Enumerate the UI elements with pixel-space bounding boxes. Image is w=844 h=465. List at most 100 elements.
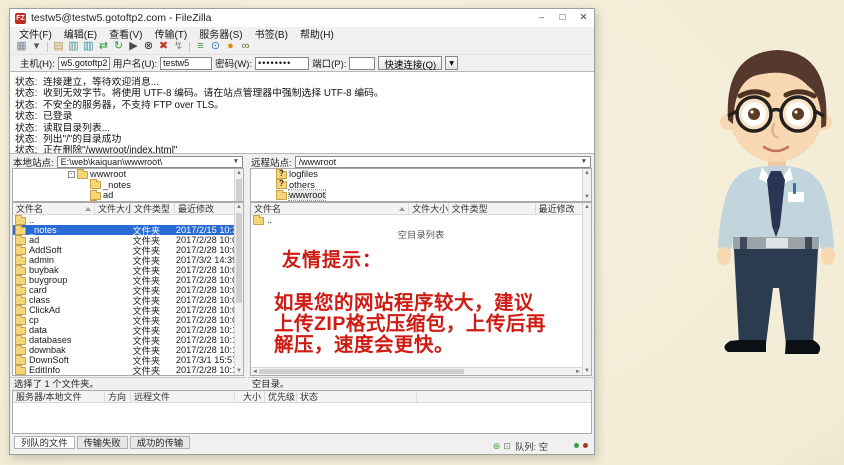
disconnect-icon[interactable]: ✖ [156,40,171,54]
file-row[interactable]: AddSoft文件夹2017/2/28 10:01:... [13,245,234,255]
scroll-right-icon[interactable]: ► [575,368,581,376]
reconnect-icon[interactable]: ↯ [171,40,186,54]
scroll-thumb[interactable] [236,179,242,202]
compare-icon[interactable]: ⊙ [208,40,223,54]
scroll-thumb[interactable] [236,213,242,303]
window-control-glyph: ✕ [580,12,588,23]
port-input[interactable] [349,57,375,70]
quickconnect-button[interactable]: 快速连接(Q) [378,56,442,70]
file-name: ad [26,235,94,245]
queue-tab[interactable]: 传输失败 [77,436,128,449]
local-tree-scrollbar[interactable]: ▲▼ [234,169,243,201]
queue-column-header[interactable]: 状态 [297,391,417,402]
toggle-remote-tree-icon[interactable]: ▥ [81,40,96,54]
local-list-scrollbar[interactable]: ▲▼ [234,203,243,375]
find-icon[interactable]: ∞ [238,40,253,54]
file-row[interactable]: .. [13,215,234,225]
menu-item[interactable]: 文件(F) [13,26,58,41]
toggle-log-icon[interactable]: ▤ [51,40,66,54]
scroll-up-icon[interactable]: ▲ [583,169,591,177]
menu-item[interactable]: 传输(T) [148,26,193,41]
queue-column-header[interactable]: 优先级 [265,391,297,402]
local-tree: -wwwroot_notesad+AddSoft ▲▼ [12,168,244,202]
quickconnect-caret-button[interactable]: ▾ [445,56,458,70]
menu-item[interactable]: 帮助(H) [294,26,340,41]
folder-icon [90,181,101,189]
minimize-button[interactable]: – [531,11,552,26]
menu-item[interactable]: 服务器(S) [193,26,248,41]
file-row[interactable]: databases文件夹2017/2/28 10:14:... [13,335,234,345]
maximize-button[interactable]: □ [552,11,573,26]
menu-item[interactable]: 书签(B) [249,26,294,41]
toolbar-separator[interactable] [186,40,193,54]
local-tree-item[interactable]: ad [13,190,243,201]
close-button[interactable]: ✕ [573,11,594,26]
queue-tab[interactable]: 列队的文件 [14,436,75,449]
queue-column-header[interactable]: 远程文件 [131,391,235,402]
remote-tree-item[interactable]: wwwroot [251,190,591,201]
file-row[interactable]: ClickAd文件夹2017/2/28 10:02:... [13,305,234,315]
scroll-down-icon[interactable]: ▼ [583,193,591,201]
speed-limit-icon[interactable]: ⊜ [493,441,501,451]
column-header[interactable]: 文件大小 [409,203,449,214]
queue-column-header[interactable]: 服务器/本地文件 [13,391,105,402]
process-queue-icon[interactable]: ▶ [126,40,141,54]
lock-icon[interactable]: ⊡ [503,441,511,451]
column-header[interactable]: 文件类型 [449,203,536,214]
file-row[interactable]: .. [251,215,582,225]
local-tree-item[interactable]: -wwwroot [13,169,243,180]
file-row[interactable]: class文件夹2017/2/28 10:02:... [13,295,234,305]
remote-tree-item[interactable]: ?logfiles [251,169,591,180]
column-header[interactable]: 文件名 [13,203,95,214]
queue-tab[interactable]: 成功的传输 [130,436,191,449]
file-row[interactable]: card文件夹2017/2/28 10:01:... [13,285,234,295]
file-row[interactable]: DownSoft文件夹2017/3/1 15:57:27 [13,355,234,365]
sync-browse-icon[interactable]: ● [223,40,238,54]
file-row[interactable]: buybak文件夹2017/2/28 10:01:... [13,265,234,275]
scroll-down-icon[interactable]: ▼ [235,367,243,375]
cancel-icon[interactable]: ⊗ [141,40,156,54]
toggle-queue-icon[interactable]: ⇄ [96,40,111,54]
file-row[interactable]: _notes文件夹2017/2/15 10:34... [13,225,234,235]
toolbar-separator[interactable] [44,40,51,54]
password-input[interactable] [255,57,309,70]
queue-column-header[interactable]: 方向 [105,391,131,402]
file-row[interactable]: data文件夹2017/2/28 10:14:... [13,325,234,335]
site-manager-caret-icon[interactable]: ▾ [29,40,44,54]
scroll-up-icon[interactable]: ▲ [583,203,591,211]
filter-icon[interactable]: ≡ [193,40,208,54]
local-site-combo[interactable]: E:\web\kaiquan\wwwroot\▼ [57,156,243,168]
remote-site-combo[interactable]: /wwwroot▼ [295,156,591,168]
scroll-up-icon[interactable]: ▲ [235,203,243,211]
column-header[interactable]: 文件名 [251,203,409,214]
queue-column-header[interactable]: 大小 [235,391,265,402]
site-manager-icon[interactable]: ▦ [14,40,29,54]
host-label: 主机(H): [20,56,55,70]
menu-item[interactable]: 编辑(E) [58,26,103,41]
tree-expander-icon[interactable]: - [68,171,75,178]
refresh-icon[interactable]: ↻ [111,40,126,54]
column-header[interactable]: 文件类型 [131,203,175,214]
scroll-thumb[interactable] [259,369,464,374]
remote-list-scrollbar[interactable]: ▲▼ [582,203,591,375]
scroll-left-icon[interactable]: ◄ [252,368,258,376]
local-tree-item[interactable]: _notes [13,180,243,191]
host-input[interactable] [58,57,110,70]
username-input[interactable] [160,57,212,70]
file-row[interactable]: downbak文件夹2017/2/28 10:14:... [13,345,234,355]
column-header[interactable]: 最近修改 [175,203,235,214]
file-name: DownSoft [26,355,94,365]
file-row[interactable]: cp文件夹2017/2/28 10:02:... [13,315,234,325]
menu-item[interactable]: 查看(V) [103,26,148,41]
remote-tree-item[interactable]: ?others [251,180,591,191]
remote-list-hscrollbar[interactable]: ◄► [251,367,582,375]
file-row[interactable]: ad文件夹2017/2/28 10:01:... [13,235,234,245]
file-row[interactable]: buygroup文件夹2017/2/28 10:01:... [13,275,234,285]
scroll-up-icon[interactable]: ▲ [235,169,243,177]
toggle-local-tree-icon[interactable]: ▥ [66,40,81,54]
column-header[interactable]: 文件大小 [95,203,131,214]
file-row[interactable]: admin文件夹2017/3/2 14:39:26 [13,255,234,265]
scroll-down-icon[interactable]: ▼ [583,367,591,375]
remote-tree-scrollbar[interactable]: ▲▼ [582,169,591,201]
file-row[interactable]: EditInfo文件夹2017/2/28 10:14... [13,365,234,375]
